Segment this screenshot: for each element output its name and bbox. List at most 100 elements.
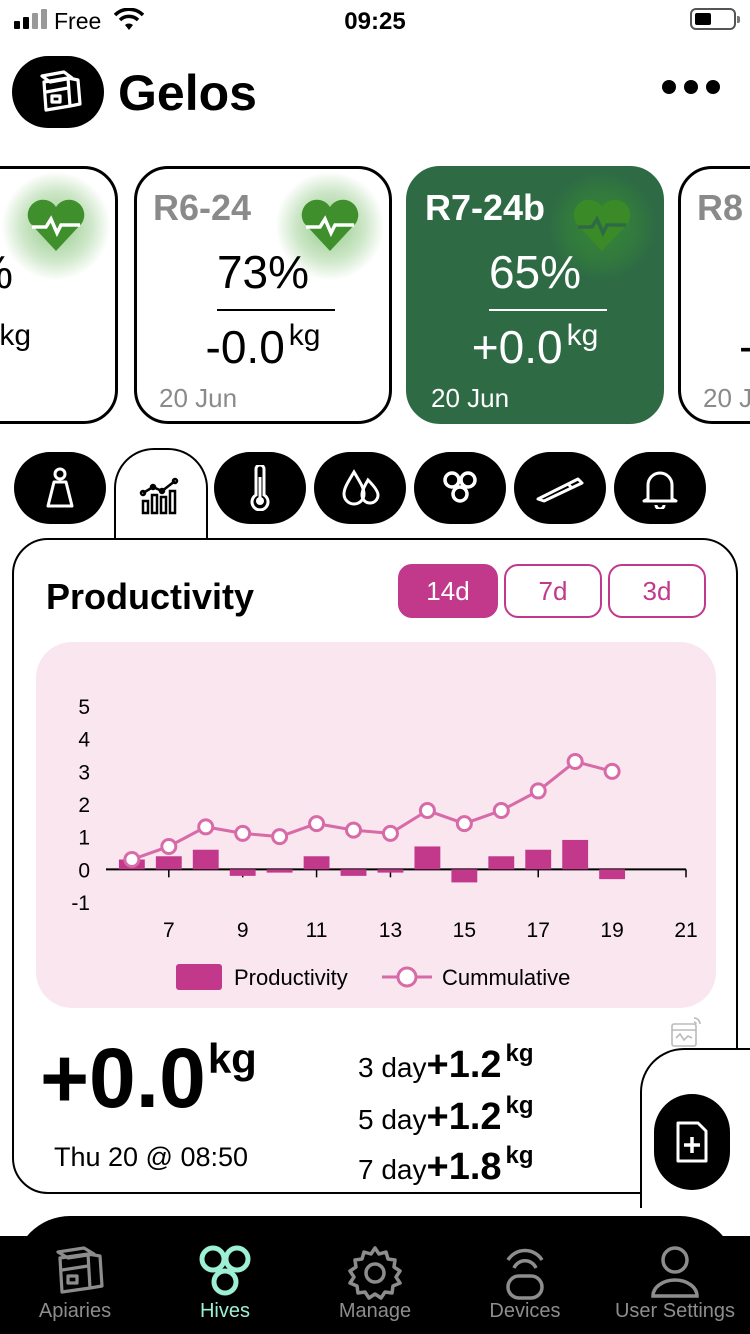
cummulative-point bbox=[455, 815, 473, 833]
apiaries-icon bbox=[56, 1246, 104, 1294]
productivity-bar bbox=[303, 856, 330, 870]
tab-humidity[interactable] bbox=[314, 452, 406, 524]
hive-weight: 1kg bbox=[0, 319, 31, 352]
add-note-button[interactable] bbox=[654, 1094, 730, 1190]
range-7d-button[interactable]: 7d bbox=[504, 564, 602, 618]
productivity-chart: 5 4 3 2 1 0 -1 7 9 11 13 15 17 19 21 Productivity Cummul… bbox=[36, 642, 716, 1008]
cummulative-point bbox=[603, 762, 621, 780]
tab-honeycomb[interactable] bbox=[414, 452, 506, 524]
productivity-bar bbox=[599, 869, 626, 880]
cummulative-point bbox=[529, 782, 547, 800]
hive-date: 20 Jun bbox=[431, 383, 510, 413]
cummulative-point bbox=[123, 851, 141, 869]
hive-percent: 73% bbox=[216, 246, 310, 298]
hive-weight: -0.0 kg bbox=[205, 319, 321, 373]
card-divider bbox=[489, 309, 607, 311]
x-tick-label: 7 bbox=[163, 919, 175, 942]
apiary-logo-button[interactable] bbox=[12, 56, 104, 128]
reading-timestamp: Thu 20 @ 08:50 bbox=[54, 1142, 249, 1172]
battery-icon bbox=[690, 8, 740, 30]
y-tick-label: 2 bbox=[78, 794, 90, 817]
productivity-bar bbox=[377, 869, 404, 873]
export-report-icon[interactable] bbox=[668, 1014, 704, 1055]
bar-chart-icon bbox=[139, 477, 179, 515]
cummulative-point bbox=[271, 828, 289, 846]
range-3d-button[interactable]: 3d bbox=[608, 564, 706, 618]
tab-alerts[interactable] bbox=[614, 452, 706, 524]
x-tick-label: 13 bbox=[379, 919, 402, 942]
beehive-icon bbox=[40, 70, 82, 112]
card-divider bbox=[217, 309, 335, 311]
x-tick-label: 9 bbox=[237, 919, 249, 942]
productivity-bar bbox=[414, 846, 441, 870]
gear-icon bbox=[348, 1246, 402, 1300]
nav-apiaries[interactable]: Apiaries bbox=[0, 1236, 150, 1334]
y-tick-label: 5 bbox=[78, 696, 90, 719]
hive-percent: % bbox=[0, 245, 115, 299]
hive-percent: 65% bbox=[488, 246, 582, 298]
thermometer-icon bbox=[250, 465, 270, 511]
legend-marker-cummulative bbox=[396, 966, 418, 988]
clock: 09:25 bbox=[344, 8, 406, 35]
add-document-icon bbox=[676, 1121, 708, 1163]
nav-hives[interactable]: Hives bbox=[150, 1236, 300, 1334]
chart-canvas: 543210-17 9 11 13 15 17 19 21Productivity Cummul… bbox=[71, 696, 698, 990]
nav-user-settings[interactable]: User Settings bbox=[600, 1236, 750, 1334]
cummulative-point bbox=[234, 824, 252, 842]
cummulative-line bbox=[131, 759, 613, 861]
y-tick-label: 3 bbox=[78, 761, 90, 784]
x-tick-label: 19 bbox=[600, 919, 623, 942]
tab-hive-tool[interactable] bbox=[514, 452, 606, 524]
x-tick-label: 17 bbox=[527, 919, 550, 942]
nav-manage[interactable]: Manage bbox=[300, 1236, 450, 1334]
nav-label: User Settings bbox=[614, 1300, 736, 1322]
y-tick-label: 0 bbox=[78, 859, 90, 882]
hive-card[interactable]: R8 - 20 J bbox=[678, 166, 750, 424]
y-tick-label: -1 bbox=[71, 892, 90, 915]
productivity-bar bbox=[488, 856, 515, 870]
nav-label: Manage bbox=[338, 1300, 412, 1322]
hive-name: R8 bbox=[697, 187, 744, 228]
bottom-navigation: Apiaries Hives Manage Devices User Setti… bbox=[0, 1236, 750, 1334]
cummulative-point bbox=[492, 802, 510, 820]
page-title: Gelos bbox=[118, 65, 257, 121]
hives-icon bbox=[199, 1245, 251, 1296]
status-bar: Free 09:25 bbox=[0, 0, 750, 44]
hive-card-selected[interactable]: R7-24b 65% +0.0 kg 20 Jun bbox=[406, 166, 664, 424]
hive-card[interactable]: R6-24 73% -0.0 kg 20 Jun bbox=[134, 166, 392, 424]
range-14d-button[interactable]: 14d bbox=[398, 564, 498, 618]
stat-7-day: 7 day+1.8 kg bbox=[358, 1142, 534, 1188]
more-options-button[interactable] bbox=[662, 80, 720, 94]
y-tick-label: 4 bbox=[78, 729, 90, 752]
cummulative-point bbox=[160, 837, 178, 855]
tab-weight[interactable] bbox=[14, 452, 106, 524]
nav-label: Hives bbox=[199, 1300, 250, 1322]
productivity-bar bbox=[155, 856, 182, 870]
nav-label: Apiaries bbox=[38, 1300, 112, 1322]
user-icon bbox=[651, 1246, 699, 1298]
honeycomb-icon bbox=[443, 471, 477, 503]
legend-label-productivity: Productivity bbox=[234, 965, 348, 990]
cummulative-point bbox=[308, 815, 326, 833]
x-tick-label: 11 bbox=[306, 919, 328, 942]
productivity-bar bbox=[340, 869, 367, 876]
legend-label-cummulative: Cummulative bbox=[442, 965, 570, 990]
cummulative-point bbox=[197, 818, 215, 836]
hive-carousel[interactable]: % 1kg R6-24 73% -0.0kg 20 Jun R7-24b 65%… bbox=[0, 166, 750, 426]
productivity-bar bbox=[525, 849, 552, 870]
productivity-bar bbox=[266, 869, 293, 873]
water-drops-icon bbox=[342, 469, 380, 506]
metric-tabs bbox=[0, 448, 750, 544]
hive-card[interactable]: % 1kg bbox=[0, 166, 118, 424]
hive-tool-icon bbox=[536, 477, 584, 503]
tab-temperature[interactable] bbox=[214, 452, 306, 524]
nav-devices[interactable]: Devices bbox=[450, 1236, 600, 1334]
hive-weight: +0.0 kg bbox=[471, 319, 599, 373]
devices-icon bbox=[506, 1248, 544, 1300]
bell-icon bbox=[642, 471, 678, 509]
tab-productivity[interactable] bbox=[114, 448, 208, 544]
stat-3-day: 3 day+1.2 kg bbox=[358, 1040, 534, 1086]
productivity-bar bbox=[562, 839, 589, 870]
legend-swatch-productivity bbox=[176, 964, 222, 990]
productivity-bar bbox=[192, 849, 219, 870]
